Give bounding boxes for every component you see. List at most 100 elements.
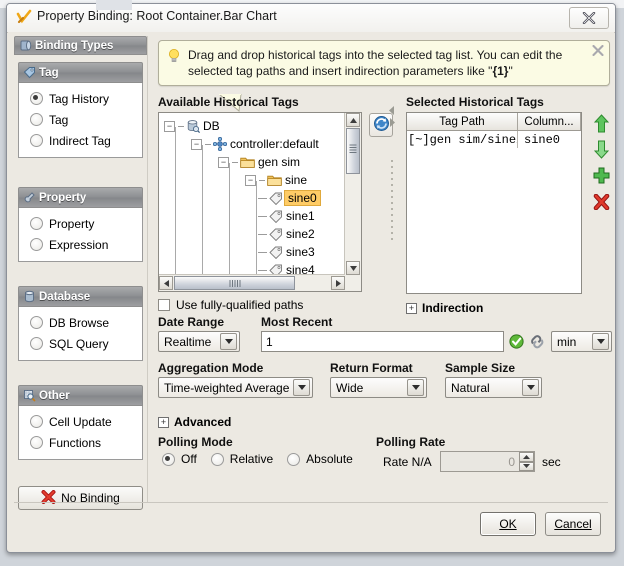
cell-tag-path[interactable]: [~]gen sim/sine/s xyxy=(407,131,518,148)
sample-size-select[interactable]: Natural xyxy=(445,377,542,398)
radio-polling-relative[interactable]: Relative xyxy=(210,452,273,466)
close-icon[interactable] xyxy=(592,44,604,59)
table-row[interactable]: [~]gen sim/sine/s sine0 xyxy=(407,131,581,148)
chevron-down-icon[interactable] xyxy=(592,333,609,350)
connection-icon xyxy=(213,137,227,151)
tree-node-sine4[interactable]: sine4 xyxy=(258,261,315,275)
checkbox-indicator xyxy=(158,299,170,311)
scroll-thumb[interactable] xyxy=(174,276,295,290)
column-header-column[interactable]: Column... xyxy=(518,113,581,130)
other-icon xyxy=(19,389,39,402)
scroll-down-button[interactable] xyxy=(346,261,360,275)
polling-mode-radios: Off Relative Absolute xyxy=(162,452,353,466)
radio-functions[interactable]: Functions xyxy=(19,432,142,453)
radio-polling-off[interactable]: Off xyxy=(162,452,197,466)
radio-tag[interactable]: Tag xyxy=(19,109,142,130)
radio-label: DB Browse xyxy=(49,315,110,330)
move-down-button[interactable] xyxy=(588,138,614,164)
chevron-down-icon[interactable] xyxy=(407,379,424,396)
sidebar-header: Binding Types xyxy=(14,36,147,55)
polling-rate-unit: sec xyxy=(542,455,561,469)
split-pane-divider[interactable] xyxy=(388,104,398,304)
tree-vertical-scrollbar[interactable] xyxy=(344,113,361,275)
column-header-tag-path[interactable]: Tag Path xyxy=(407,113,518,130)
tree-node-sine[interactable]: − sine xyxy=(245,171,307,189)
advanced-expander[interactable]: + Advanced xyxy=(158,415,231,429)
chevron-down-icon[interactable] xyxy=(522,379,539,396)
close-icon[interactable] xyxy=(569,7,609,29)
checkbox-label: Use fully-qualified paths xyxy=(176,298,304,312)
group-other-title: Other xyxy=(39,389,70,402)
delete-button[interactable] xyxy=(588,190,614,216)
polling-rate-stepper[interactable]: 0 xyxy=(440,451,535,472)
stepper-up-button[interactable] xyxy=(519,452,534,462)
tree-horizontal-scrollbar[interactable] xyxy=(159,274,345,291)
scroll-thumb[interactable] xyxy=(346,128,360,174)
radio-expression[interactable]: Expression xyxy=(19,234,142,255)
scrollbar-corner xyxy=(345,275,361,291)
radio-polling-absolute[interactable]: Absolute xyxy=(287,452,353,466)
collapse-toggle[interactable]: − xyxy=(191,138,202,150)
tree-node-sine0[interactable]: sine0 xyxy=(258,189,321,207)
move-up-button[interactable] xyxy=(588,112,614,138)
selected-tags-table[interactable]: Tag Path Column... [~]gen sim/sine/s sin… xyxy=(406,112,582,294)
radio-sql-query[interactable]: SQL Query xyxy=(19,333,142,354)
tag-icon xyxy=(19,66,39,79)
date-range-select[interactable]: Realtime xyxy=(158,331,240,352)
collapse-right-icon[interactable] xyxy=(389,116,395,130)
binding-icon xyxy=(15,9,33,27)
valid-check-icon xyxy=(509,334,524,352)
scroll-up-button[interactable] xyxy=(346,113,360,127)
radio-tag-history[interactable]: Tag History xyxy=(19,88,142,109)
tree-node-label: DB xyxy=(203,119,220,133)
chain-link-icon[interactable] xyxy=(529,334,546,352)
binding-types-sidebar: Binding Types Tag Tag History Tag Indire… xyxy=(14,36,148,510)
radio-label: Cell Update xyxy=(49,414,112,429)
sidebar-header-label: Binding Types xyxy=(35,39,114,52)
radio-indicator xyxy=(30,113,43,126)
chevron-down-icon[interactable] xyxy=(293,379,310,396)
tree-node-sine1[interactable]: sine1 xyxy=(258,207,315,225)
collapse-toggle[interactable]: − xyxy=(218,156,229,168)
cancel-button[interactable]: Cancel xyxy=(545,512,601,536)
sample-size-value: Natural xyxy=(451,380,490,395)
chevron-down-icon[interactable] xyxy=(220,333,237,350)
stepper-buttons[interactable] xyxy=(519,452,534,471)
plus-icon xyxy=(593,167,610,187)
group-database-title: Database xyxy=(39,290,91,303)
radio-property[interactable]: Property xyxy=(19,213,142,234)
property-binding-dialog: Property Binding: Root Container.Bar Cha… xyxy=(6,3,616,553)
tree-node-sine3[interactable]: sine3 xyxy=(258,243,315,261)
tree-node-db[interactable]: − DB xyxy=(164,117,220,135)
cell-column[interactable]: sine0 xyxy=(518,131,581,148)
collapse-toggle[interactable]: − xyxy=(245,174,256,186)
fully-qualified-paths-checkbox[interactable]: Use fully-qualified paths xyxy=(158,298,303,312)
tree-node-sine2[interactable]: sine2 xyxy=(258,225,315,243)
available-tags-tree[interactable]: − DB − controller:default − gen sim − si… xyxy=(158,112,362,292)
add-button[interactable] xyxy=(588,164,614,190)
refresh-icon xyxy=(373,115,390,135)
group-property-header: Property xyxy=(18,187,143,208)
group-database-header: Database xyxy=(18,286,143,307)
arrow-up-icon xyxy=(593,114,609,136)
time-unit-select[interactable]: min xyxy=(551,331,612,352)
tree-node-gen-sim[interactable]: − gen sim xyxy=(218,153,300,171)
aggregation-mode-select[interactable]: Time-weighted Average xyxy=(158,377,313,398)
scroll-left-button[interactable] xyxy=(159,276,173,290)
scroll-right-button[interactable] xyxy=(331,276,345,290)
return-format-label: Return Format xyxy=(330,361,413,375)
radio-db-browse[interactable]: DB Browse xyxy=(19,312,142,333)
ok-button[interactable]: OK xyxy=(480,512,536,536)
radio-cell-update[interactable]: Cell Update xyxy=(19,411,142,432)
indirection-expander[interactable]: + Indirection xyxy=(406,301,483,315)
expand-toggle[interactable]: + xyxy=(406,302,417,314)
return-format-select[interactable]: Wide xyxy=(330,377,427,398)
hint-line-1: Drag and drop historical tags into the s… xyxy=(188,48,563,62)
most-recent-input[interactable]: 1 xyxy=(261,331,504,352)
expand-toggle[interactable]: + xyxy=(158,416,169,428)
tree-node-controller[interactable]: − controller:default xyxy=(191,135,319,153)
stepper-down-button[interactable] xyxy=(519,461,534,471)
collapse-toggle[interactable]: − xyxy=(164,120,175,132)
aggregation-mode-label: Aggregation Mode xyxy=(158,361,264,375)
radio-indirect-tag[interactable]: Indirect Tag xyxy=(19,130,142,151)
